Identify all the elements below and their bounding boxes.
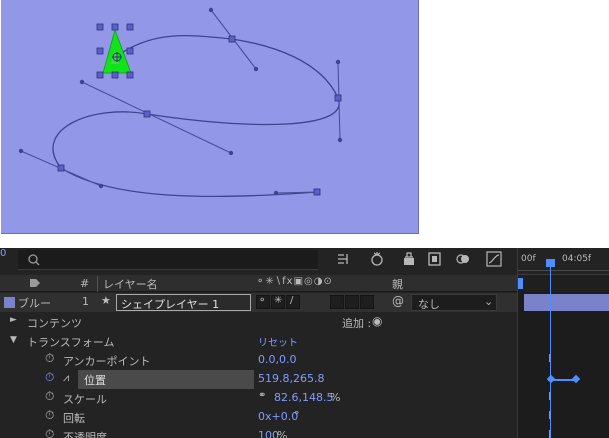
layer-label-color-name[interactable]: ブルー [18,295,51,311]
current-time-fragment[interactable]: 0 [0,248,6,259]
collapse-switch-icon: ✳ [274,295,283,306]
timeline-toolbar: 0 [0,248,517,275]
chevron-down-icon: ⌄ [484,295,494,308]
label-tag-icon[interactable] [29,277,41,289]
shy-switch-icon: ⚬ [258,295,267,306]
property-row-anchor-point[interactable]: ⏱ アンカーポイント 0.0,0.0 [0,351,517,370]
quality-switch-icon: / [290,295,294,306]
layer-search-input[interactable] [18,250,318,270]
layer-name: シェイプレイヤー 1 [121,298,220,311]
property-value[interactable]: 0x+0.0 [258,410,298,423]
collapse-switch-toggle[interactable]: ✳ [271,295,285,309]
layer-row[interactable]: ブルー 1 ★ シェイプレイヤー 1 ⚬ ✳ / @ なし ⌄ [0,293,517,312]
layer-label-color-swatch[interactable] [4,297,15,308]
property-row-rotation[interactable]: ⏱ 回転 0x+0.0 ° [0,408,517,427]
timeline-panel: 0 # レイヤー名 ⚬✳∖fx▣◎◑⊙ 親 ブルー 1 ★ シェイプレイヤー 1… [0,248,609,438]
graph-icon[interactable]: ⩘ [63,371,69,385]
column-header-parent[interactable]: 親 [392,276,403,292]
transform-row[interactable]: ▼ トランスフォーム リセット [0,332,517,351]
viewer-margin [421,0,609,248]
property-label: 回転 [63,412,85,425]
stopwatch-active-icon[interactable]: ⏱ [45,370,54,385]
ruler-time-label: 04:05f [562,254,592,264]
motion-path-overlay[interactable] [1,0,419,234]
adjustment-layer-switch-toggle[interactable] [345,295,359,309]
property-value[interactable]: 0.0,0.0 [258,353,296,366]
composition-viewer [0,0,421,236]
tangent-handles [20,9,341,194]
property-value[interactable]: 82.6,148.5 [274,391,333,404]
parent-dropdown-value: なし [418,298,440,311]
keyframe-marker-i-beam: I [548,390,552,403]
stopwatch-icon[interactable]: ⏱ [45,389,54,404]
timeline-track-area[interactable]: 00f 04:05f I I I I [517,248,609,438]
constrain-proportions-link-icon[interactable]: ⚭ [258,390,266,401]
search-icon [28,254,40,266]
keyframe-marker-i-beam: I [548,428,552,438]
expand-arrow-icon[interactable]: ► [10,315,17,325]
composition-canvas[interactable] [1,0,419,234]
property-label: 不透明度 [63,431,107,438]
parent-pick-whip-icon[interactable]: @ [392,294,404,308]
property-unit: ° [294,409,300,422]
transform-label: トランスフォーム [27,336,115,349]
property-label: 位置 [84,374,106,387]
motion-blur-icon[interactable] [455,251,471,267]
property-row-position[interactable]: ⏱ ⩘ 位置 519.8,265.8 [0,370,517,389]
stopwatch-icon[interactable]: ⏱ [45,351,54,366]
position-keyframe-diamond[interactable] [571,374,581,384]
graph-editor-icon[interactable] [486,251,502,267]
property-value[interactable]: 519.8,265.8 [258,372,324,385]
shy-switch-toggle[interactable]: ⚬ [256,295,270,309]
stopwatch-icon[interactable]: ⏱ [45,408,54,423]
add-content-play-icon[interactable]: ◉ [372,314,382,328]
keyframe-marker-i-beam: I [548,409,552,422]
property-row-opacity[interactable]: ⏱ 不透明度 100 % [0,427,517,438]
ruler-start-label: 00f [521,254,536,264]
layer-column-header: # レイヤー名 ⚬✳∖fx▣◎◑⊙ 親 [0,275,517,292]
layer-duration-bar[interactable] [524,294,609,311]
property-value[interactable]: 100 [258,429,279,438]
collapse-arrow-icon[interactable]: ▼ [10,335,17,345]
property-label: アンカーポイント [63,355,151,368]
stopwatch-icon[interactable]: ⏱ [45,427,54,438]
work-area-bar[interactable] [518,275,609,292]
property-unit: % [330,391,341,404]
column-header-layer-name[interactable]: レイヤー名 [97,276,158,292]
ruler-baseline [518,270,609,271]
column-header-switches-icons[interactable]: ⚬✳∖fx▣◎◑⊙ [256,276,333,287]
contents-row[interactable]: ► コンテンツ 追加 : ◉ [0,313,517,332]
shape-layer-star-icon: ★ [101,294,111,307]
draft-3d-icon[interactable] [369,251,385,267]
frame-blending-icon[interactable] [427,251,443,267]
layer-name-field[interactable]: シェイプレイヤー 1 [116,294,251,311]
shy-layers-icon[interactable] [401,251,417,267]
reset-link[interactable]: リセット [258,334,298,349]
layer-number: 1 [82,295,89,308]
composition-mini-flowchart-icon[interactable] [336,251,352,267]
property-row-scale[interactable]: ⏱ スケール ⚭ 82.6,148.5 % [0,389,517,408]
quality-switch-toggle[interactable]: / [286,295,300,309]
work-area-start-handle[interactable] [518,278,523,289]
position-keyframe-diamond[interactable] [546,374,556,384]
motion-blur-switch-toggle[interactable] [330,295,344,309]
add-content-label[interactable]: 追加 : [342,315,371,331]
3d-layer-switch-toggle[interactable] [360,295,374,309]
parent-dropdown[interactable]: なし ⌄ [411,294,497,311]
property-label: スケール [63,393,107,406]
property-label-highlight[interactable]: 位置 [78,370,254,389]
keyframe-marker-i-beam: I [548,352,552,365]
time-ruler[interactable]: 00f 04:05f [518,248,609,275]
motion-path-curve[interactable] [52,35,340,198]
column-header-number[interactable]: # [80,277,89,290]
property-unit: % [277,429,288,438]
contents-label: コンテンツ [27,317,82,330]
